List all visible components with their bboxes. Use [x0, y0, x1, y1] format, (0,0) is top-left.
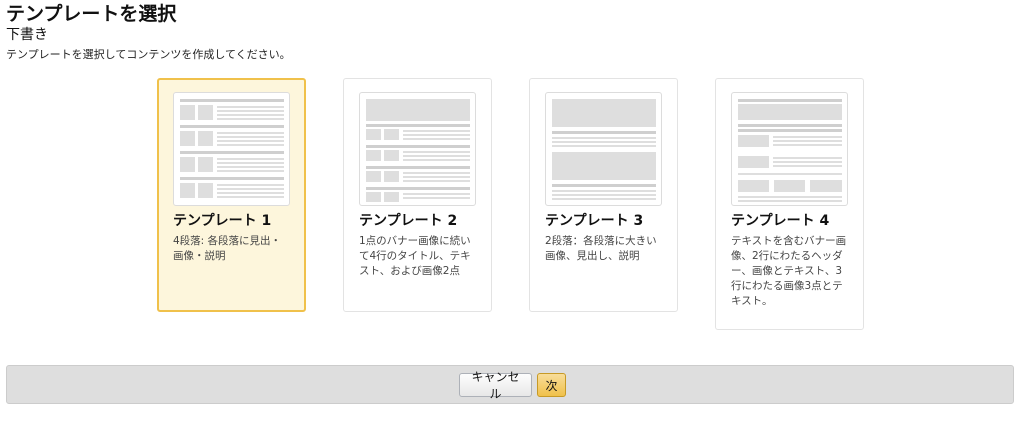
page-title: テンプレートを選択: [6, 3, 177, 25]
template-card-4[interactable]: テンプレート 4 テキストを含むバナー画像、2行にわたるヘッダー、画像とテキスト…: [715, 78, 864, 330]
template-1-description: 4段落: 各段落に見出・画像・説明: [173, 235, 282, 262]
template-1-thumbnail: [173, 92, 290, 206]
action-bar: キャンセル 次: [6, 365, 1014, 404]
template-2-title: テンプレート 2: [359, 213, 458, 229]
template-2-description: 1点のバナー画像に続いて4行のタイトル、テキスト、および画像2点: [359, 235, 471, 277]
template-3-description: 2段落：各段落に大きい画像、見出し、説明: [545, 235, 657, 262]
page-subtitle: 下書き: [6, 27, 48, 43]
next-button[interactable]: 次: [537, 373, 566, 397]
template-4-title: テンプレート 4: [731, 213, 830, 229]
template-card-3[interactable]: テンプレート 3 2段落：各段落に大きい画像、見出し、説明: [529, 78, 678, 312]
page-header: テンプレートを選択 下書き テンプレートを選択してコンテンツを作成してください。: [6, 2, 291, 63]
template-card-2[interactable]: テンプレート 2 1点のバナー画像に続いて4行のタイトル、テキスト、および画像2…: [343, 78, 492, 312]
template-1-title: テンプレート 1: [173, 213, 272, 229]
cancel-button[interactable]: キャンセル: [459, 370, 532, 401]
instruction-text: テンプレートを選択してコンテンツを作成してください。: [6, 48, 291, 61]
template-4-description: テキストを含むバナー画像、2行にわたるヘッダー、画像とテキスト、3行にわたる画像…: [731, 235, 847, 307]
template-3-thumbnail: [545, 92, 662, 206]
template-card-1[interactable]: テンプレート 1 4段落: 各段落に見出・画像・説明: [157, 78, 306, 312]
template-2-thumbnail: [359, 92, 476, 206]
template-4-thumbnail: [731, 92, 848, 206]
template-3-title: テンプレート 3: [545, 213, 644, 229]
